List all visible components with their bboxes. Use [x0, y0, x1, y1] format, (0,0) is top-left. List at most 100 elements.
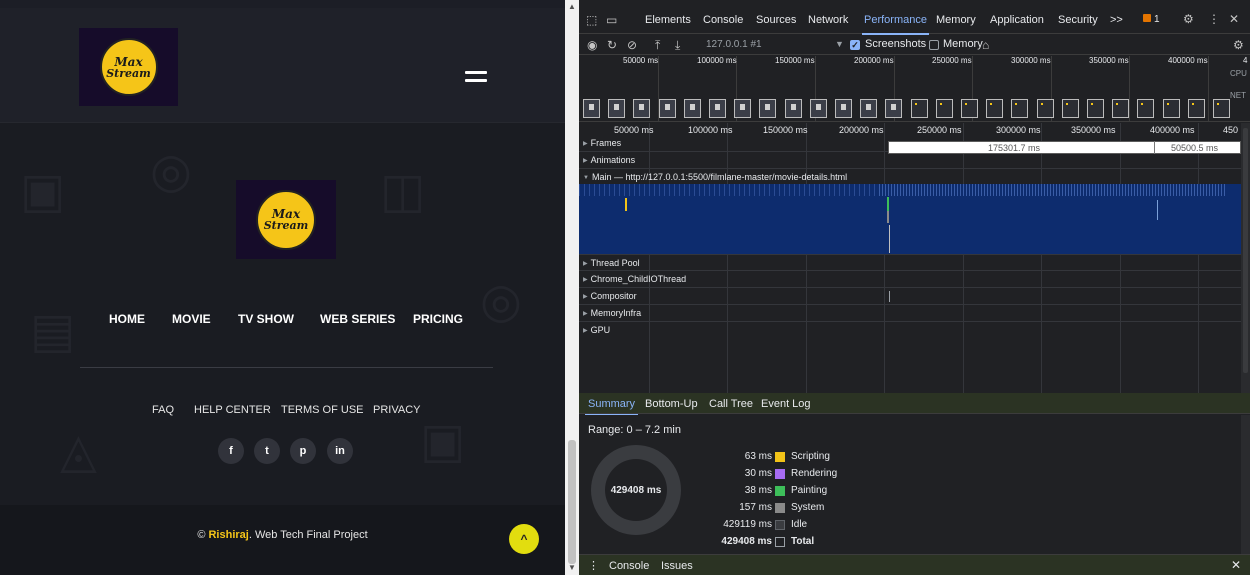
recording-select[interactable]: 127.0.0.1 #1 — [706, 39, 762, 50]
footer-link-help-center[interactable]: HELP CENTER — [194, 404, 271, 416]
task-marker[interactable] — [889, 225, 890, 253]
track-thread-pool[interactable]: ▶ Thread Pool — [579, 254, 1241, 271]
tab-network[interactable]: Network — [808, 14, 848, 26]
tab-bottom-up[interactable]: Bottom-Up — [645, 398, 698, 410]
screenshot-thumbnail[interactable] — [1036, 99, 1054, 118]
tab-summary[interactable]: Summary — [584, 398, 639, 416]
screenshot-thumbnail[interactable] — [860, 99, 878, 118]
drawer-tab-issues[interactable]: Issues — [661, 560, 693, 572]
gear-icon[interactable]: ⚙ — [1183, 12, 1194, 26]
screenshot-thumbnail[interactable] — [835, 99, 852, 118]
page-scroll-thumb[interactable] — [568, 440, 576, 564]
footer-link-terms[interactable]: TERMS OF USE — [281, 404, 364, 416]
garbage-collect-icon[interactable]: ⌂ — [982, 38, 989, 52]
track-memory-infra[interactable]: ▶ MemoryInfra — [579, 305, 1241, 322]
screenshots-checkbox[interactable]: ✓ — [850, 40, 860, 50]
painting-task[interactable] — [887, 197, 889, 211]
reload-record-icon[interactable]: ↻ — [607, 38, 617, 52]
page-scrollbar[interactable]: ▲ ▼ — [565, 0, 579, 575]
screenshot-thumbnail[interactable] — [633, 99, 651, 118]
twitter-icon[interactable]: t — [254, 438, 280, 464]
screenshot-thumbnail[interactable] — [935, 99, 953, 118]
footer-logo[interactable]: Max Stream — [236, 180, 336, 259]
tab-memory[interactable]: Memory — [936, 14, 976, 26]
drawer-tab-console[interactable]: Console — [609, 560, 649, 572]
screenshot-thumbnail[interactable] — [1213, 99, 1230, 118]
screenshot-thumbnail[interactable] — [583, 99, 600, 118]
track-gpu[interactable]: ▶ GPU — [579, 322, 1241, 339]
screenshot-thumbnail[interactable] — [1187, 99, 1205, 118]
screenshot-thumbnail[interactable] — [809, 99, 827, 118]
tab-application[interactable]: Application — [990, 14, 1044, 26]
footer-nav-movie[interactable]: MOVIE — [172, 312, 211, 326]
compositor-task[interactable] — [889, 291, 890, 302]
record-icon[interactable]: ◉ — [587, 38, 597, 52]
legend-value: 429408 ms — [721, 536, 772, 547]
screenshot-thumbnail[interactable] — [1061, 99, 1079, 118]
screenshot-thumbnail[interactable] — [784, 99, 802, 118]
scroll-down-arrow-icon[interactable]: ▼ — [568, 563, 576, 572]
download-icon[interactable]: ⤓ — [675, 38, 680, 53]
tab-event-log[interactable]: Event Log — [761, 398, 811, 410]
track-child-io-thread[interactable]: ▶ Chrome_ChildIOThread — [579, 271, 1241, 288]
inspect-element-icon[interactable]: ⬚ — [586, 13, 597, 27]
clear-icon[interactable]: ⊘ — [627, 38, 637, 52]
hamburger-menu-icon[interactable] — [465, 71, 487, 87]
header-logo[interactable]: Max Stream — [79, 28, 178, 106]
screenshot-thumbnail[interactable] — [734, 99, 752, 118]
memory-checkbox[interactable] — [929, 40, 939, 50]
screenshot-thumbnail[interactable] — [885, 99, 903, 118]
drawer-menu-icon[interactable]: ⋮ — [588, 559, 599, 572]
screenshot-thumbnail[interactable] — [759, 99, 777, 118]
tab-performance[interactable]: Performance — [862, 14, 929, 35]
tab-call-tree[interactable]: Call Tree — [709, 398, 753, 410]
tab-sources[interactable]: Sources — [756, 14, 796, 26]
timeline-scrollbar[interactable] — [1241, 123, 1250, 393]
close-icon[interactable]: ✕ — [1229, 12, 1239, 26]
footer-nav-tv-show[interactable]: TV SHOW — [238, 312, 294, 326]
task-marker[interactable] — [1157, 200, 1158, 220]
screenshot-thumbnail[interactable] — [1112, 99, 1130, 118]
screenshot-thumbnail[interactable] — [961, 99, 978, 118]
screenshot-thumbnail[interactable] — [608, 99, 626, 118]
facebook-icon[interactable]: f — [218, 438, 244, 464]
system-task[interactable] — [887, 211, 889, 223]
close-icon[interactable]: ✕ — [1231, 558, 1241, 572]
track-compositor[interactable]: ▶ Compositor — [579, 288, 1241, 305]
track-animations[interactable]: ▶ Animations — [579, 152, 1241, 169]
tab-console[interactable]: Console — [703, 14, 743, 26]
footer-link-faq[interactable]: FAQ — [152, 404, 174, 416]
more-tabs-button[interactable]: >> — [1110, 14, 1123, 26]
screenshot-thumbnail[interactable] — [986, 99, 1004, 118]
scroll-up-arrow-icon[interactable]: ▲ — [568, 2, 576, 11]
chevron-down-icon[interactable]: ▼ — [835, 39, 844, 49]
footer-nav-home[interactable]: HOME — [109, 312, 145, 326]
footer-link-privacy[interactable]: PRIVACY — [373, 404, 420, 416]
pinterest-icon[interactable]: p — [290, 438, 316, 464]
issues-count: 1 — [1154, 14, 1160, 25]
footer-nav-web-series[interactable]: WEB SERIES — [320, 312, 395, 326]
screenshot-thumbnail[interactable] — [1137, 99, 1155, 118]
tab-security[interactable]: Security — [1058, 14, 1098, 26]
device-toolbar-icon[interactable]: ▭ — [606, 13, 617, 27]
screenshot-thumbnail[interactable] — [910, 99, 928, 118]
timeline-overview[interactable]: 50000 ms 100000 ms 150000 ms 200000 ms 2… — [579, 56, 1250, 122]
tab-elements[interactable]: Elements — [645, 14, 691, 26]
screenshot-thumbnail[interactable] — [1162, 99, 1180, 118]
footer-nav-pricing[interactable]: PRICING — [413, 312, 463, 326]
upload-icon[interactable]: ⤒ — [655, 38, 660, 53]
screenshot-thumbnail[interactable] — [1011, 99, 1029, 118]
kebab-menu-icon[interactable]: ⋮ — [1208, 12, 1220, 26]
linkedin-icon[interactable]: in — [327, 438, 353, 464]
screenshot-thumbnail[interactable] — [683, 99, 701, 118]
issues-badge[interactable]: 1 — [1143, 14, 1160, 25]
summary-scrollbar[interactable] — [1241, 415, 1250, 554]
screenshot-thumbnail[interactable] — [658, 99, 676, 118]
capture-settings-icon[interactable]: ⚙ — [1233, 38, 1244, 52]
copyright-brand-link[interactable]: Rishiraj — [208, 529, 248, 541]
scroll-to-top-button[interactable]: ^ — [509, 524, 539, 554]
screenshot-filmstrip[interactable] — [579, 96, 1250, 120]
screenshot-thumbnail[interactable] — [1087, 99, 1104, 118]
screenshot-thumbnail[interactable] — [709, 99, 726, 118]
scripting-task[interactable] — [625, 198, 627, 211]
